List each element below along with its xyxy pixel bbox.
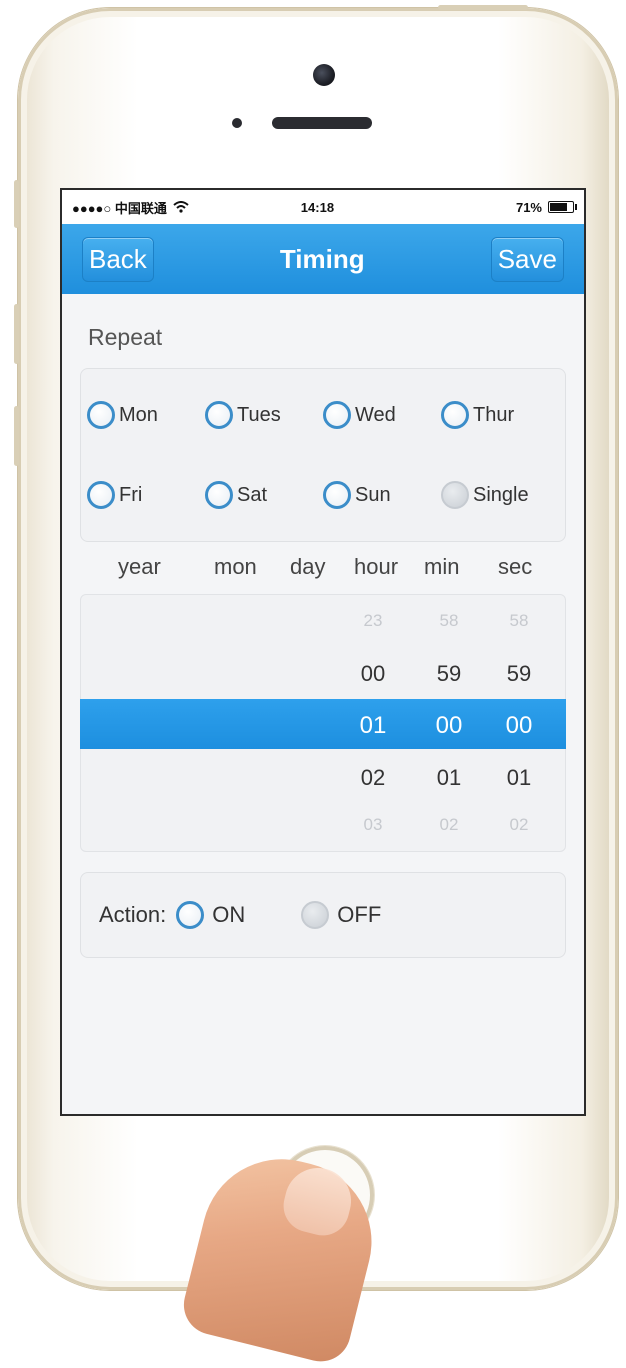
status-bar: ●●●●○ 中国联通 14:18 71%: [62, 190, 584, 224]
front-camera: [313, 64, 335, 86]
save-button[interactable]: Save: [490, 236, 564, 282]
mute-switch: [14, 180, 19, 228]
hour-value: 02: [360, 765, 386, 790]
header-hour: hour: [354, 554, 399, 579]
sec-value: 01: [506, 765, 532, 790]
header-mon: mon: [214, 554, 257, 579]
radio-icon: [323, 401, 351, 429]
day-option-fri[interactable]: Fri: [87, 481, 205, 509]
radio-icon: [441, 401, 469, 429]
day-option-thur[interactable]: Thur: [441, 401, 559, 429]
sec-value: 59: [506, 661, 532, 686]
picker-row[interactable]: 03 02 02: [81, 801, 565, 853]
min-value: 59: [436, 661, 462, 686]
day-option-sat[interactable]: Sat: [205, 481, 323, 509]
page-title: Timing: [279, 243, 365, 274]
radio-icon: [176, 901, 205, 929]
radio-icon: [87, 481, 115, 509]
radio-icon: [205, 481, 233, 509]
radio-disabled-icon: [301, 901, 330, 929]
hour-value: 00: [360, 661, 386, 686]
hour-value: 23: [363, 611, 383, 630]
header-min: min: [424, 554, 460, 579]
header-sec: sec: [498, 554, 533, 579]
proximity-sensor: [232, 118, 242, 128]
action-off-option[interactable]: OFF: [301, 901, 381, 929]
picker-headers: year mon day hour min sec: [62, 542, 584, 594]
picker-row[interactable]: 02 01 01: [81, 751, 565, 803]
radio-disabled-icon: [441, 481, 469, 509]
wifi-icon: [173, 201, 189, 213]
volume-up-button: [14, 304, 19, 364]
time-picker[interactable]: 23 58 58 00 59 59 01 00 00 02 01 01 03 0…: [80, 594, 566, 852]
day-option-sun[interactable]: Sun: [323, 481, 441, 509]
min-value: 01: [436, 765, 462, 790]
sec-value: 58: [509, 611, 529, 630]
min-value: 00: [435, 712, 463, 739]
sec-value: 00: [505, 712, 533, 739]
header-day: day: [290, 554, 326, 579]
carrier-label: ●●●●○ 中国联通: [72, 200, 167, 216]
picker-row-selected[interactable]: 01 00 00: [80, 699, 566, 749]
back-button[interactable]: Back: [82, 236, 154, 282]
action-panel: Action: ON OFF: [80, 872, 566, 958]
radio-icon: [323, 481, 351, 509]
picker-row[interactable]: 23 58 58: [81, 597, 565, 649]
volume-down-button: [14, 406, 19, 466]
action-on-option[interactable]: ON: [176, 901, 245, 929]
hour-value: 01: [359, 712, 387, 739]
picker-row[interactable]: 00 59 59: [81, 647, 565, 699]
battery-percent: 71%: [515, 199, 542, 215]
radio-icon: [87, 401, 115, 429]
header-year: year: [118, 554, 161, 579]
sec-value: 02: [509, 815, 529, 834]
day-option-wed[interactable]: Wed: [323, 401, 441, 429]
day-option-single[interactable]: Single: [441, 481, 559, 509]
day-option-tues[interactable]: Tues: [205, 401, 323, 429]
clock: 14:18: [300, 199, 335, 215]
hour-value: 03: [363, 815, 383, 834]
power-button: [438, 5, 528, 10]
battery-icon: [548, 201, 577, 213]
radio-icon: [205, 401, 233, 429]
day-option-mon[interactable]: Mon: [87, 401, 205, 429]
nav-bar: Back Timing Save: [62, 224, 584, 294]
min-value: 58: [439, 611, 459, 630]
repeat-label: Repeat: [88, 324, 163, 350]
earpiece-speaker: [272, 117, 372, 129]
phone-screen: ●●●●○ 中国联通 14:18 71% Back Timing Save Re…: [60, 188, 586, 1116]
action-label: Action:: [99, 902, 167, 927]
min-value: 02: [439, 815, 459, 834]
repeat-panel: Mon Tues Wed Thur Fri Sat Sun Single: [80, 368, 566, 542]
